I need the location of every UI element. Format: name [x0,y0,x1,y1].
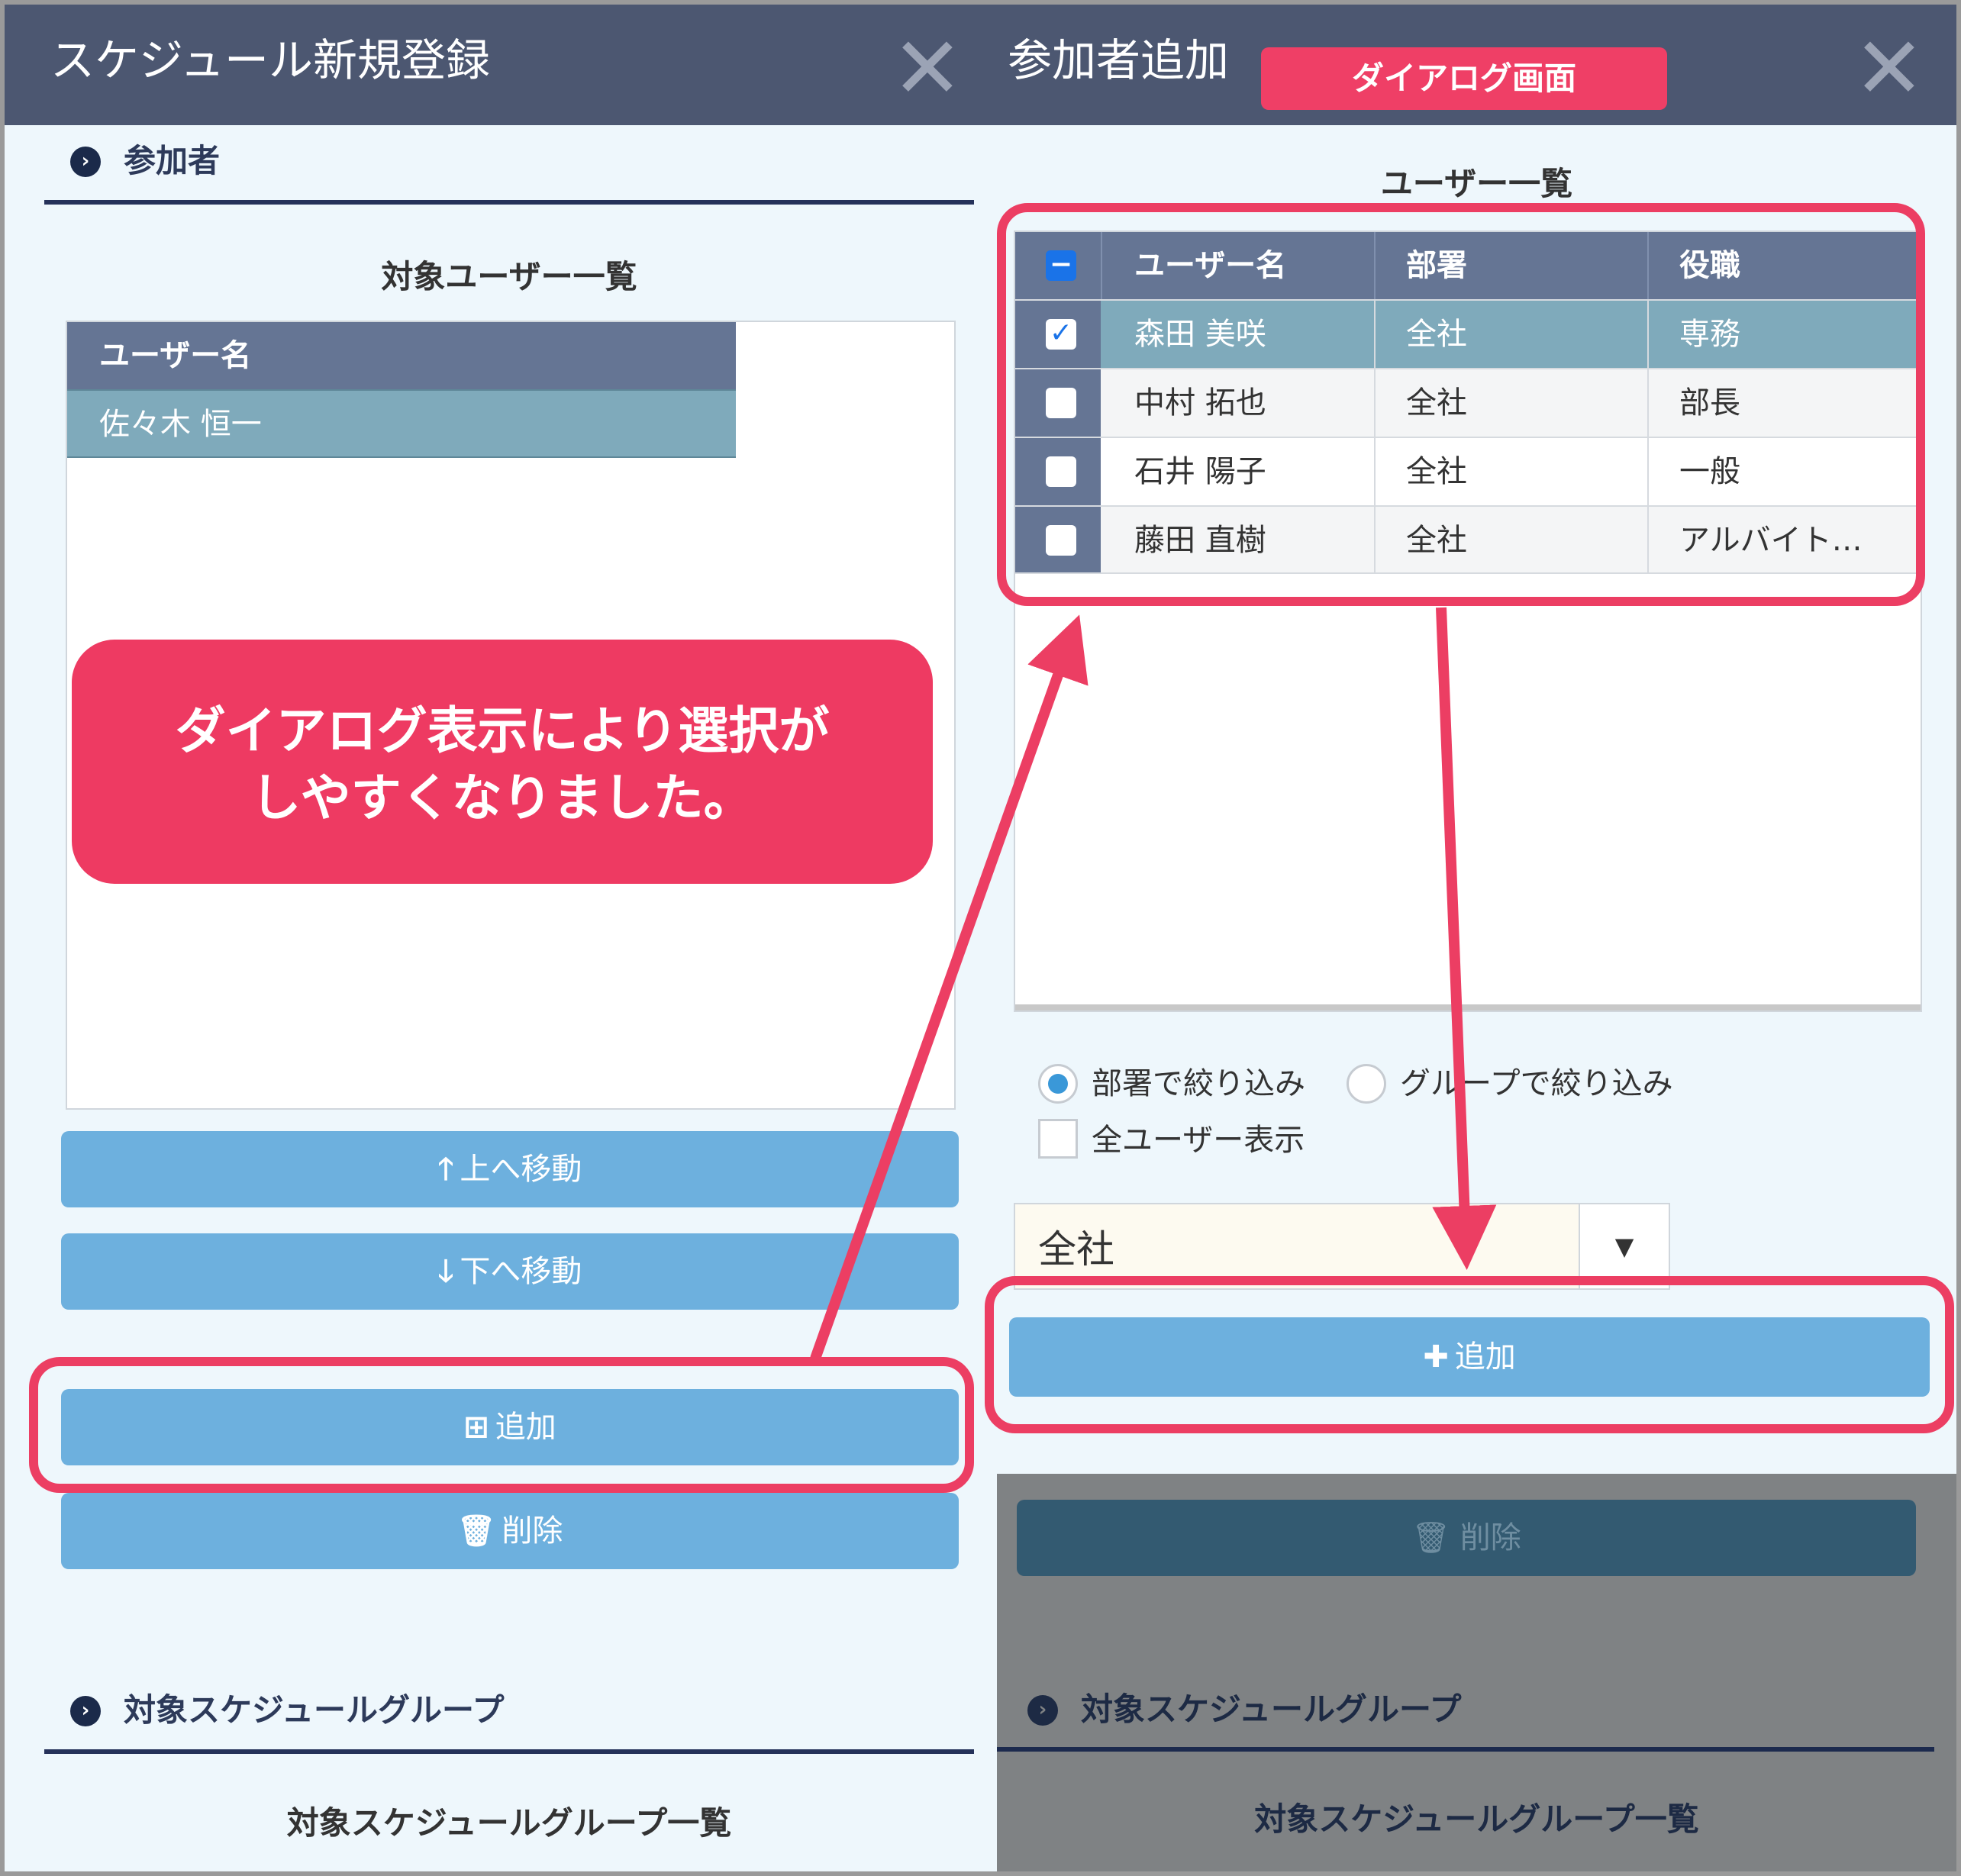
section-divider [44,200,974,205]
list-item[interactable]: 佐々木 恒一 [67,389,736,458]
add-selected-users-button[interactable]: ✚ 追加 [1009,1317,1930,1397]
dialog-title: 参加者追加 [1008,34,1230,86]
cell-dept: 全社 [1406,454,1467,489]
select-value: 全社 [1038,1227,1114,1272]
add-participant-dialog: 参加者追加 ダイアログ画面 ✕ ユーザー一覧 − ユーザー名 部署 役職 ✓ 森… [997,5,1956,1871]
delete-button-dimmed: 🗑 削除 [1017,1500,1916,1576]
filter-group-radio[interactable] [1347,1064,1386,1104]
cell-name: 石井 陽子 [1134,454,1266,489]
filter-dept-radio[interactable] [1038,1064,1078,1104]
group-list-title: 対象スケジュールグループ一覧 [286,1804,732,1842]
move-down-button[interactable]: 🡓 下へ移動 [61,1233,959,1310]
row-checkbox[interactable] [1046,388,1076,418]
arrow-down-icon: 🡓 [437,1254,454,1289]
cell-name: 藤田 直樹 [1134,523,1266,558]
show-all-users-label: 全ユーザー表示 [1092,1123,1305,1158]
table-row[interactable]: 石井 陽子 全社 一般 [1015,437,1921,505]
close-icon[interactable]: ✕ [1853,26,1925,111]
filter-group-label: グループで絞り込み [1400,1066,1673,1101]
trash-icon: 🗑 [1411,1520,1460,1555]
cell-dept: 全社 [1406,523,1467,558]
show-all-users-checkbox[interactable] [1038,1119,1078,1159]
department-select[interactable]: 全社 ▼ [1014,1203,1670,1290]
row-checkbox[interactable] [1046,456,1076,487]
cell-role: 部長 [1679,385,1740,421]
arrow-up-icon: 🡑 [437,1152,454,1187]
cell-dept: 全社 [1406,317,1467,352]
table-row[interactable]: 中村 拓也 全社 部長 [1015,368,1921,437]
user-list-title: 対象ユーザー一覧 [381,258,637,295]
cell-role: 一般 [1679,454,1740,489]
table-row[interactable]: 藤田 直樹 全社 アルバイト… [1015,505,1921,574]
dialog-title: スケジュール新規登録 [50,34,490,86]
section-title-schedule-group: 対象スケジュールグループ [124,1691,505,1729]
filter-dept-label: 部署で絞り込み [1092,1066,1305,1101]
cell-role: 専務 [1679,317,1740,352]
add-participant-button[interactable]: ⊞ 追加 [61,1389,959,1465]
grid-scrollbar[interactable] [1015,1004,1921,1011]
dialog-header: 参加者追加 ダイアログ画面 ✕ [997,5,1956,125]
annotation-callout: ダイアログ表示により選択が しやすくなりました。 [72,640,933,884]
column-header-dept: 部署 [1406,248,1467,283]
background-overlay: 🗑 削除 › 対象スケジュールグループ 対象スケジュールグループ一覧 [997,1474,1956,1871]
table-row[interactable]: ✓ 森田 美咲 全社 専務 [1015,299,1921,368]
callout-line-1: ダイアログ表示により選択が [175,701,830,760]
chevron-circle-right-icon: › [1027,1695,1058,1726]
cell-role: アルバイト… [1679,523,1863,558]
plus-square-icon: ⊞ [463,1410,489,1445]
cell-dept: 全社 [1406,385,1467,421]
chevron-circle-right-icon: › [70,1696,101,1726]
column-header-name: ユーザー名 [1134,248,1287,283]
column-header-role: 役職 [1679,248,1740,283]
user-grid: − ユーザー名 部署 役職 ✓ 森田 美咲 全社 専務 中村 拓也 全社 部長 [1014,230,1922,1012]
chevron-circle-right-icon: › [70,147,101,177]
section-title-schedule-group: 対象スケジュールグループ [1081,1691,1462,1728]
row-checkbox[interactable]: ✓ [1046,319,1076,350]
section-divider [997,1747,1934,1752]
plus-icon: ✚ [1423,1339,1449,1375]
user-list-title: ユーザー一覧 [1380,165,1573,202]
callout-line-2: しやすくなりました。 [250,769,754,827]
section-divider [44,1749,974,1754]
dialog-header: スケジュール新規登録 ✕ [5,5,997,125]
section-title-participants: 参加者 [124,142,221,179]
cell-name: 中村 拓也 [1134,385,1266,421]
move-up-button[interactable]: 🡑 上へ移動 [61,1131,959,1207]
select-all-checkbox[interactable]: − [1046,250,1076,281]
cell-name: 森田 美咲 [1134,317,1266,352]
group-list-title: 対象スケジュールグループ一覧 [1254,1800,1699,1838]
close-icon[interactable]: ✕ [892,26,963,111]
user-list-header: ユーザー名 [67,322,736,389]
chevron-down-icon[interactable]: ▼ [1579,1204,1669,1288]
grid-header-row: − ユーザー名 部署 役職 [1015,232,1921,299]
trash-icon: 🗑 [456,1513,496,1549]
schedule-register-dialog: スケジュール新規登録 ✕ › 参加者 対象ユーザー一覧 ユーザー名 佐々木 恒一… [5,5,997,1871]
dialog-screen-badge: ダイアログ画面 [1261,47,1667,110]
row-checkbox[interactable] [1046,525,1076,556]
delete-participant-button[interactable]: 🗑 削除 [61,1493,959,1569]
